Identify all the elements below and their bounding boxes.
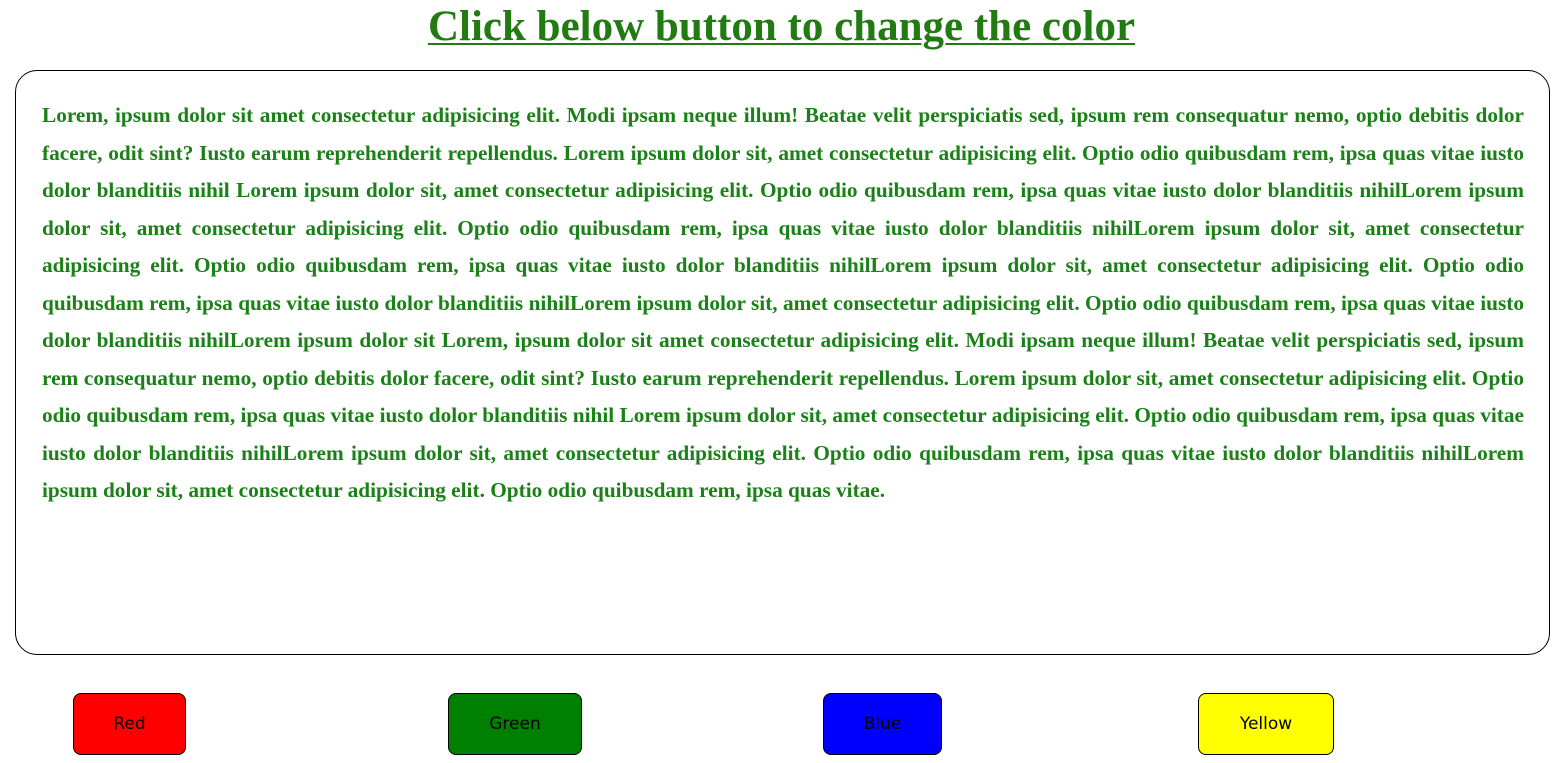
text-container: Lorem, ipsum dolor sit amet consectetur … xyxy=(15,70,1550,655)
yellow-button[interactable]: Yellow xyxy=(1198,693,1334,755)
page-title: Click below button to change the color xyxy=(427,3,1136,50)
body-paragraph: Lorem, ipsum dolor sit amet consectetur … xyxy=(42,103,1524,502)
red-button[interactable]: Red xyxy=(73,693,186,755)
blue-button[interactable]: Blue xyxy=(823,693,942,755)
green-button[interactable]: Green xyxy=(448,693,582,755)
